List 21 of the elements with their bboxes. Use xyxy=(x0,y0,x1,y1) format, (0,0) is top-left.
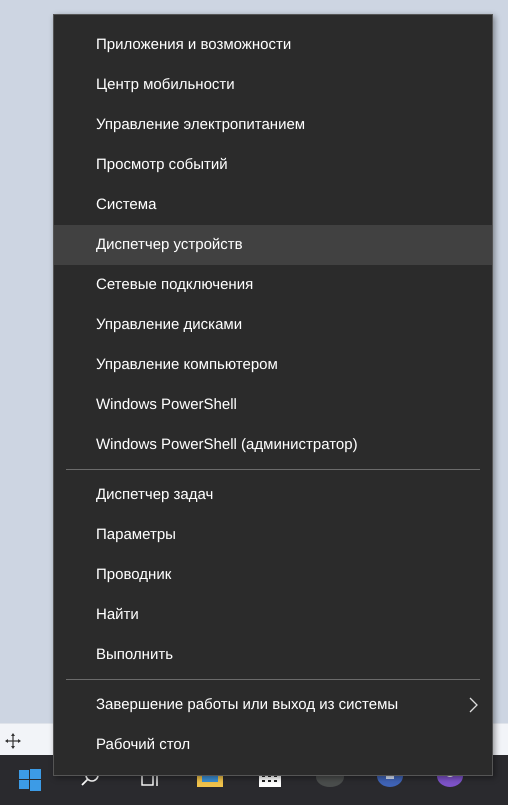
menu-item[interactable]: Найти xyxy=(54,595,492,635)
menu-item[interactable]: Диспетчер задач xyxy=(54,475,492,515)
menu-item[interactable]: Система xyxy=(54,185,492,225)
menu-item[interactable]: Управление дисками xyxy=(54,305,492,345)
menu-item[interactable]: Просмотр событий xyxy=(54,145,492,185)
windows-logo-icon xyxy=(19,769,41,791)
menu-item[interactable]: Windows PowerShell xyxy=(54,385,492,425)
menu-item[interactable]: Сетевые подключения xyxy=(54,265,492,305)
menu-item[interactable]: Windows PowerShell (администратор) xyxy=(54,425,492,465)
move-icon xyxy=(4,732,22,750)
search-icon[interactable] xyxy=(80,773,100,787)
menu-item[interactable]: Завершение работы или выход из системы xyxy=(54,685,492,725)
menu-item[interactable]: Диспетчер устройств xyxy=(54,225,492,265)
menu-item[interactable]: Управление компьютером xyxy=(54,345,492,385)
menu-item[interactable]: Рабочий стол xyxy=(54,725,492,765)
menu-item[interactable]: Управление электропитанием xyxy=(54,105,492,145)
menu-item[interactable]: Проводник xyxy=(54,555,492,595)
menu-item[interactable]: Параметры xyxy=(54,515,492,555)
menu-item[interactable]: Центр мобильности xyxy=(54,65,492,105)
menu-item[interactable]: Выполнить xyxy=(54,635,492,675)
menu-item[interactable]: Приложения и возможности xyxy=(54,25,492,65)
